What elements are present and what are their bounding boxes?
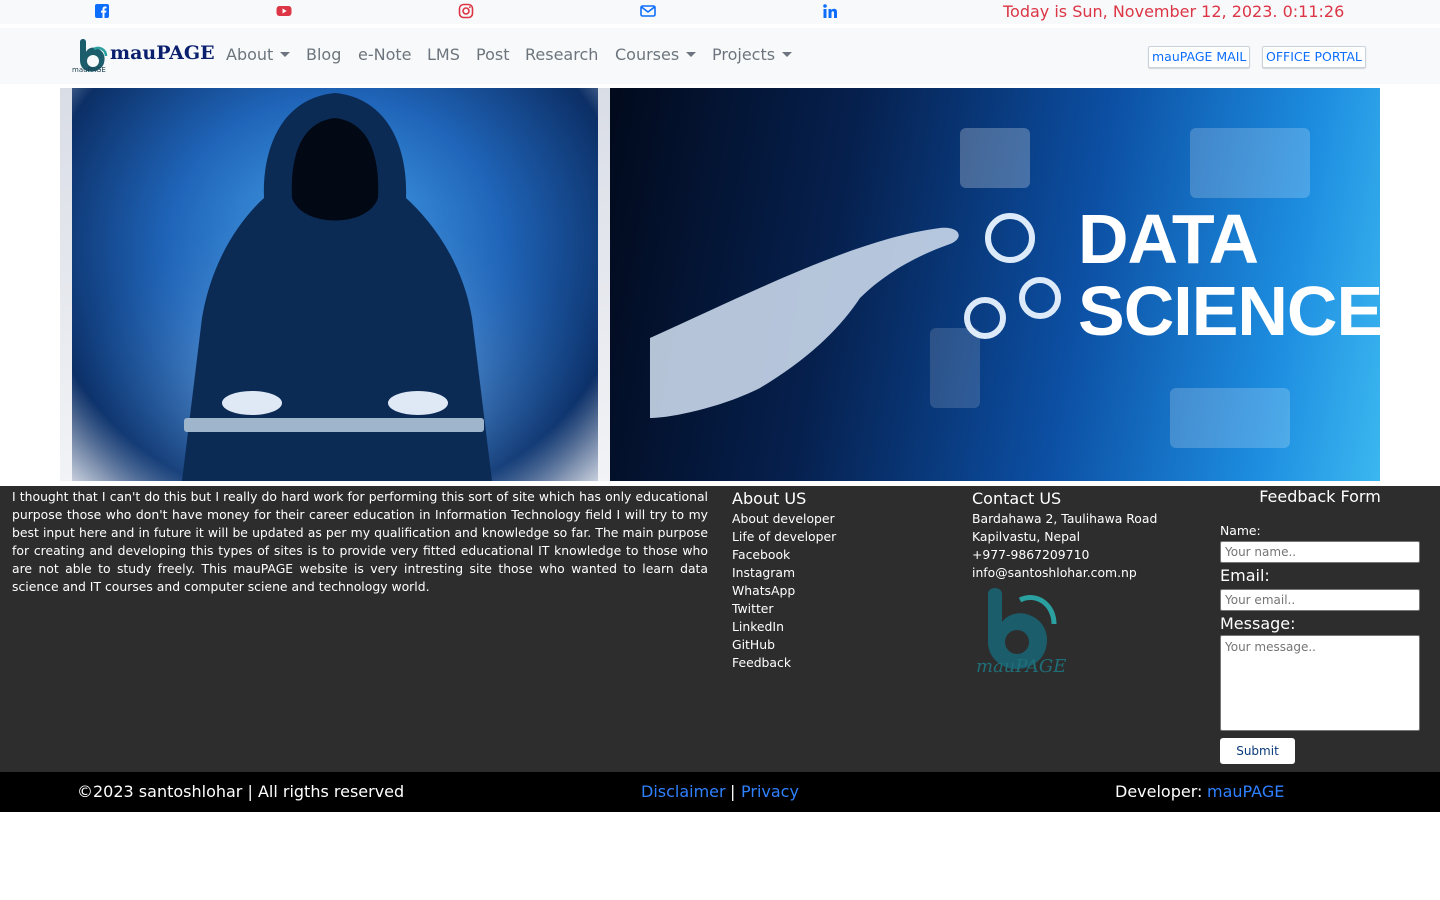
link-about-developer[interactable]: About developer xyxy=(732,510,836,528)
top-social-bar: Today is Sun, November 12, 2023. 0:11:26 xyxy=(0,0,1440,24)
nav-projects-label: Projects xyxy=(712,45,776,64)
data-science-line-2: SCIENCE xyxy=(1078,272,1380,350)
nav-courses-label: Courses xyxy=(615,45,680,64)
brand-name: mauPAGE xyxy=(110,42,215,64)
maupage-mail-button[interactable]: mauPAGE MAIL xyxy=(1148,46,1251,68)
brand-logo[interactable]: mauPAGE mauPAGE xyxy=(72,36,215,76)
developer-link[interactable]: mauPAGE xyxy=(1207,782,1284,801)
chevron-down-icon xyxy=(782,52,793,57)
nav-e-note[interactable]: e-Note xyxy=(358,45,412,64)
link-whatsapp[interactable]: WhatsApp xyxy=(732,582,836,600)
footer-about-text: I thought that I can't do this but I rea… xyxy=(12,489,708,594)
footer-logo: mauPAGE xyxy=(972,582,1072,682)
link-separator: | xyxy=(730,782,736,801)
message-textarea[interactable] xyxy=(1220,635,1420,731)
email-input[interactable] xyxy=(1220,589,1420,611)
facebook-icon[interactable] xyxy=(94,3,110,19)
office-portal-button[interactable]: OFFICE PORTAL xyxy=(1262,46,1366,68)
linkedin-icon[interactable] xyxy=(822,3,838,19)
main-navbar: mauPAGE mauPAGE About Blog e-Note LMS Po… xyxy=(0,28,1440,84)
chevron-down-icon xyxy=(280,52,291,57)
copyright-text: ©2023 santoshlohar | All rigths reserved xyxy=(77,782,405,801)
hero-hacker-image xyxy=(60,88,610,481)
contact-details: Bardahawa 2, Taulihawa Road Kapilvastu, … xyxy=(972,510,1157,582)
feedback-form-title: Feedback Form xyxy=(1259,487,1381,506)
nav-projects-dropdown[interactable]: Projects xyxy=(712,45,793,64)
site-footer: I thought that I can't do this but I rea… xyxy=(0,486,1440,772)
bottom-bar: ©2023 santoshlohar | All rigths reserved… xyxy=(0,772,1440,812)
contact-email: info@santoshlohar.com.np xyxy=(972,565,1137,580)
about-us-links: About developer Life of developer Facebo… xyxy=(732,510,836,672)
message-label: Message: xyxy=(1220,614,1296,633)
link-twitter[interactable]: Twitter xyxy=(732,600,836,618)
youtube-icon[interactable] xyxy=(276,3,292,19)
footer-logo-text: mauPAGE xyxy=(976,656,1067,677)
link-github[interactable]: GitHub xyxy=(732,636,836,654)
nav-about-label: About xyxy=(226,45,274,64)
submit-button[interactable]: Submit xyxy=(1220,738,1295,764)
privacy-link[interactable]: Privacy xyxy=(741,782,799,801)
data-science-title: DATA SCIENCE xyxy=(1078,203,1380,347)
mail-icon[interactable] xyxy=(640,3,656,19)
contact-phone: +977-9867209710 xyxy=(972,547,1090,562)
name-label: Name: xyxy=(1220,523,1261,538)
data-science-line-1: DATA xyxy=(1078,200,1259,278)
chevron-down-icon xyxy=(686,52,697,57)
contact-address-line1: Bardahawa 2, Taulihawa Road xyxy=(972,511,1158,526)
link-linkedin[interactable]: LinkedIn xyxy=(732,618,836,636)
instagram-icon[interactable] xyxy=(458,3,474,19)
link-feedback[interactable]: Feedback xyxy=(732,654,836,672)
nav-blog[interactable]: Blog xyxy=(306,45,341,64)
nav-courses-dropdown[interactable]: Courses xyxy=(615,45,697,64)
nav-about-dropdown[interactable]: About xyxy=(226,45,291,64)
nav-post[interactable]: Post xyxy=(476,45,509,64)
link-instagram[interactable]: Instagram xyxy=(732,564,836,582)
nav-research[interactable]: Research xyxy=(525,45,598,64)
hooded-figure-illustration xyxy=(72,88,598,481)
current-date-time: Today is Sun, November 12, 2023. 0:11:26 xyxy=(1003,2,1345,21)
link-life-of-developer[interactable]: Life of developer xyxy=(732,528,836,546)
link-facebook[interactable]: Facebook xyxy=(732,546,836,564)
hero-data-science-image: DATA SCIENCE xyxy=(610,88,1380,481)
developer-label: Developer: xyxy=(1115,782,1203,801)
brand-small-text: mauPAGE xyxy=(72,66,106,74)
name-input[interactable] xyxy=(1220,541,1420,563)
contact-us-title: Contact US xyxy=(972,489,1062,508)
contact-address-line2: Kapilvastu, Nepal xyxy=(972,529,1081,544)
nav-lms[interactable]: LMS xyxy=(427,45,460,64)
disclaimer-link[interactable]: Disclaimer xyxy=(641,782,726,801)
email-label: Email: xyxy=(1220,566,1270,585)
about-us-title: About US xyxy=(732,489,807,508)
hacker-image-content xyxy=(72,88,598,481)
